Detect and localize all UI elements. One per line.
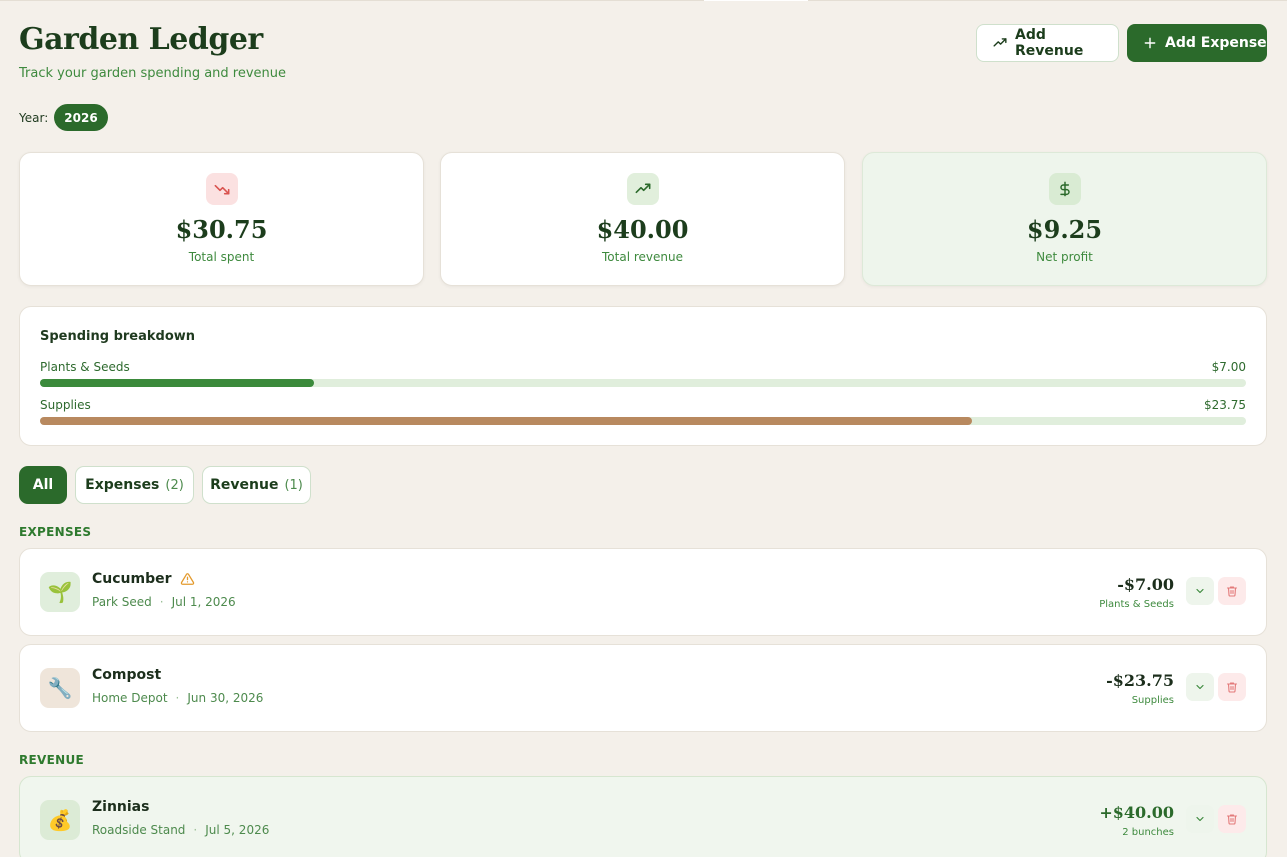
expense-row[interactable]: 🌱 Cucumber Park Seed · Jul 1, 2026 -$7.00 … [19,548,1267,636]
total-spent-card: $30.75 Total spent [19,152,424,286]
delete-button[interactable] [1218,673,1246,701]
tab-expenses[interactable]: Expenses (2) [75,466,194,504]
tab-all-label: All [32,477,54,493]
expense-category: Plants & Seeds [1099,599,1174,610]
expense-meta: Home Depot · Jun 30, 2026 [92,691,264,705]
expense-name-text: Cucumber [92,571,172,587]
revenue-row[interactable]: 💰 Zinnias Roadside Stand · Jul 5, 2026 +$4… [19,776,1267,857]
expand-button[interactable] [1186,673,1214,701]
revenue-name-text: Zinnias [92,799,150,815]
expand-button[interactable] [1186,577,1214,605]
breakdown-bar-fill [40,379,315,387]
total-revenue-card: $40.00 Total revenue [440,152,845,286]
add-revenue-button[interactable]: Add Revenue [976,24,1119,62]
page-subtitle: Track your garden spending and revenue [19,66,287,81]
expense-name-text: Compost [92,667,162,683]
breakdown-category-name: Plants & Seeds [40,360,130,374]
expense-date: Jun 30, 2026 [187,691,264,705]
revenue-date: Jul 5, 2026 [205,823,270,837]
expense-name: Compost [92,667,161,683]
chevron-down-icon [1196,816,1204,822]
total-revenue-amount: $40.00 [596,215,689,244]
revenue-amount: +$40.00 [1099,803,1174,822]
net-profit-amount: $9.25 [1026,215,1103,244]
breakdown-bar-track [40,379,1246,387]
add-revenue-label: Add Revenue [1015,27,1084,59]
breakdown-title: Spending breakdown [40,329,196,344]
expense-row[interactable]: 🔧 Compost Home Depot · Jun 30, 2026 -$23.7… [19,644,1267,732]
revenue-vendor: Roadside Stand [92,823,186,837]
add-expense-button[interactable]: Add Expense [1127,24,1267,62]
expense-name: Cucumber [92,571,195,587]
wrench-icon: 🔧 [40,668,80,708]
trending-down-icon [206,173,238,205]
trending-up-icon [627,173,659,205]
net-profit-label: Net profit [1036,250,1093,264]
total-spent-label: Total spent [188,250,255,264]
expand-button[interactable] [1186,805,1214,833]
breakdown-category-name: Supplies [40,398,91,412]
total-spent-amount: $30.75 [175,215,268,244]
expense-vendor: Home Depot [92,691,168,705]
money-bag-icon: 💰 [40,800,80,840]
expenses-section-label: EXPENSES [19,525,92,539]
add-expense-label: Add Expense [1165,35,1267,51]
warning-icon [180,572,195,586]
breakdown-category-value: $7.00 [1211,360,1246,374]
dollar-icon [1049,173,1081,205]
expense-amount: -$7.00 [1117,575,1174,594]
top-border [0,0,1287,1]
breakdown-bar-track [40,417,1246,425]
tab-revenue-label: Revenue [210,477,279,493]
expense-vendor: Park Seed [92,595,152,609]
expense-meta: Park Seed · Jul 1, 2026 [92,595,236,609]
tab-revenue[interactable]: Revenue (1) [202,466,311,504]
tab-expenses-label: Expenses [85,477,160,493]
expense-date: Jul 1, 2026 [171,595,236,609]
year-selector[interactable]: 2026 [54,104,108,131]
trash-icon [1226,814,1238,825]
breakdown-bar-fill [40,417,972,425]
revenue-meta: Roadside Stand · Jul 5, 2026 [92,823,270,837]
plus-icon [1143,36,1157,50]
tab-all[interactable]: All [19,466,67,504]
delete-button[interactable] [1218,805,1246,833]
expense-category: Supplies [1131,695,1174,706]
revenue-detail: 2 bunches [1122,827,1174,838]
chevron-down-icon [1196,588,1204,594]
page-title: Garden Ledger [19,22,263,57]
trash-icon [1226,682,1238,693]
revenue-section-label: REVENUE [19,753,85,767]
year-label: Year: [19,111,49,125]
trash-icon [1226,586,1238,597]
net-profit-card: $9.25 Net profit [862,152,1267,286]
tab-revenue-count: (1) [284,477,303,493]
revenue-name: Zinnias [92,799,149,815]
total-revenue-label: Total revenue [602,250,683,264]
breakdown-category-value: $23.75 [1204,398,1246,412]
delete-button[interactable] [1218,577,1246,605]
expense-amount: -$23.75 [1106,671,1174,690]
seedling-icon: 🌱 [40,572,80,612]
tab-expenses-count: (2) [165,477,184,493]
spending-breakdown: Spending breakdown Plants & Seeds $7.00 … [19,306,1267,446]
trending-up-icon [993,36,1007,50]
chevron-down-icon [1196,684,1204,690]
